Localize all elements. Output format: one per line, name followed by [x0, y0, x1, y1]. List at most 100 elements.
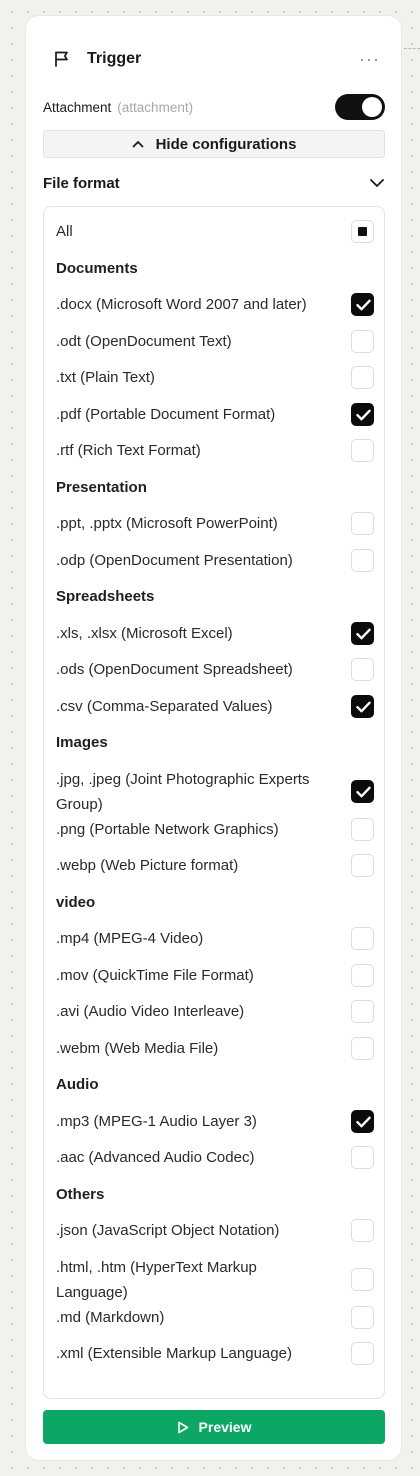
checkbox[interactable]	[351, 1342, 374, 1365]
checkbox[interactable]	[351, 329, 374, 353]
option-label: .odp (OpenDocument Presentation)	[56, 551, 293, 569]
checkbox[interactable]	[351, 1268, 374, 1291]
group-heading-documents: Documents	[56, 256, 374, 281]
checkbox[interactable]	[351, 1146, 374, 1169]
hide-configurations-label: Hide configurations	[155, 135, 297, 153]
checkbox[interactable]	[351, 621, 374, 645]
option-row-odp-opendocument-presentation[interactable]: .odp (OpenDocument Presentation)	[56, 548, 374, 573]
group-heading-label: Presentation	[56, 478, 147, 496]
option-label: .html, .htm (HyperText Markup Language)	[56, 1255, 257, 1305]
option-label: .txt (Plain Text)	[56, 369, 155, 386]
option-row-md-markdown[interactable]: .md (Markdown)	[56, 1305, 374, 1330]
checkbox[interactable]	[351, 402, 374, 426]
checkbox[interactable]	[351, 1219, 374, 1242]
checkbox[interactable]	[351, 780, 374, 803]
checkbox[interactable]	[351, 439, 374, 462]
trigger-node-panel: Trigger ··· Attachment (attachment) Hide…	[25, 15, 402, 1461]
checkbox[interactable]	[351, 1036, 374, 1060]
checkbox[interactable]	[351, 548, 374, 572]
option-label: .ppt, .pptx (Microsoft PowerPoint)	[56, 515, 278, 532]
option-row-csv-comma-separated-values[interactable]: .csv (Comma-Separated Values)	[56, 694, 374, 719]
option-label: .xml (Extensible Markup Language)	[56, 1345, 292, 1362]
file-format-dropdown[interactable]: File format	[43, 171, 385, 195]
option-label: .avi (Audio Video Interleave)	[56, 1003, 245, 1020]
option-row-png-portable-network-graphics[interactable]: .png (Portable Network Graphics)	[56, 817, 374, 842]
option-label: .webm (Web Media File)	[56, 1039, 219, 1057]
group-heading-audio: Audio	[56, 1072, 374, 1097]
option-row-odt-opendocument-text[interactable]: .odt (OpenDocument Text)	[56, 329, 374, 354]
option-row-ppt-pptx-microsoft-powerpoint[interactable]: .ppt, .pptx (Microsoft PowerPoint)	[56, 511, 374, 536]
checkbox[interactable]	[351, 854, 374, 877]
attachment-label: Attachment	[43, 99, 112, 115]
option-row-avi-audio-video-interleave[interactable]: .avi (Audio Video Interleave)	[56, 999, 374, 1024]
option-label: .pdf (Portable Document Format)	[56, 405, 276, 423]
chevron-up-icon	[132, 140, 144, 148]
checkbox[interactable]	[351, 1000, 374, 1023]
group-heading-video: video	[56, 890, 374, 915]
group-heading-spreadsheets: Spreadsheets	[56, 584, 374, 609]
panel-header: Trigger ···	[52, 46, 382, 72]
group-heading-label: Images	[56, 734, 108, 751]
group-heading-label: Documents	[56, 259, 138, 277]
checkbox[interactable]	[351, 817, 374, 841]
check-icon	[356, 786, 371, 798]
option-row-docx-microsoft-word-2007-and-later[interactable]: .docx (Microsoft Word 2007 and later)	[56, 292, 374, 317]
checkbox[interactable]	[351, 1305, 374, 1329]
file-format-options-list: All Documents .docx (Microsoft Word 2007 a…	[43, 206, 385, 1399]
toggle-knob	[362, 97, 382, 117]
option-label: .rtf (Rich Text Format)	[56, 442, 201, 459]
option-label: .mov (QuickTime File Format)	[56, 966, 254, 984]
file-format-label: File format	[43, 174, 120, 192]
option-row-html-htm-hypertext-markup-language[interactable]: .html, .htm (HyperText Markup Language)	[56, 1255, 374, 1305]
checkbox[interactable]	[351, 927, 374, 950]
option-label-line: .html, .htm (HyperText Markup	[56, 1258, 257, 1276]
option-label: .ods (OpenDocument Spreadsheet)	[56, 661, 293, 678]
option-row-rtf-rich-text-format[interactable]: .rtf (Rich Text Format)	[56, 438, 374, 463]
attachment-row: Attachment (attachment)	[43, 94, 385, 120]
option-label: .mp3 (MPEG-1 Audio Layer 3)	[56, 1112, 257, 1130]
option-label: .jpg, .jpeg (Joint Photographic Experts G…	[56, 767, 309, 817]
option-row-xml-extensible-markup-language[interactable]: .xml (Extensible Markup Language)	[56, 1341, 374, 1366]
option-row-ods-opendocument-spreadsheet[interactable]: .ods (OpenDocument Spreadsheet)	[56, 657, 374, 682]
option-label: .odt (OpenDocument Text)	[56, 332, 232, 350]
preview-button[interactable]: Preview	[43, 1410, 385, 1444]
preview-label: Preview	[198, 1419, 252, 1435]
checkbox[interactable]	[351, 1109, 374, 1133]
option-row-aac-advanced-audio-codec[interactable]: .aac (Advanced Audio Codec)	[56, 1145, 374, 1170]
chevron-down-icon	[369, 178, 385, 188]
option-row-json-javascript-object-notation[interactable]: .json (JavaScript Object Notation)	[56, 1218, 374, 1243]
option-label: .mp4 (MPEG-4 Video)	[56, 930, 204, 947]
more-horizontal-icon[interactable]: ···	[359, 49, 380, 70]
checkbox[interactable]	[351, 963, 374, 987]
option-row-webm-web-media-file[interactable]: .webm (Web Media File)	[56, 1036, 374, 1061]
option-row-mp4-mpeg-4-video[interactable]: .mp4 (MPEG-4 Video)	[56, 926, 374, 951]
group-heading-label: Spreadsheets	[56, 588, 155, 605]
checkbox[interactable]	[351, 694, 374, 718]
option-row-xls-xlsx-microsoft-excel[interactable]: .xls, .xlsx (Microsoft Excel)	[56, 621, 374, 646]
option-row-mov-quicktime-file-format[interactable]: .mov (QuickTime File Format)	[56, 963, 374, 988]
option-row-webp-web-picture-format[interactable]: .webp (Web Picture format)	[56, 853, 374, 878]
group-heading-label: Audio	[56, 1076, 99, 1093]
option-row-all[interactable]: All	[56, 219, 374, 244]
check-icon	[356, 409, 371, 420]
select-all-checkbox[interactable]	[351, 220, 374, 243]
checkbox[interactable]	[351, 293, 374, 316]
panel-title: Trigger	[87, 50, 142, 67]
checkbox[interactable]	[351, 366, 374, 389]
attachment-toggle[interactable]	[335, 94, 385, 120]
group-heading-presentation: Presentation	[56, 475, 374, 500]
hide-configurations-button[interactable]: Hide configurations	[43, 130, 385, 158]
option-row-pdf-portable-document-format[interactable]: .pdf (Portable Document Format)	[56, 402, 374, 427]
flag-icon	[52, 49, 72, 69]
checkbox[interactable]	[351, 658, 374, 681]
attachment-type-tag: (attachment)	[117, 99, 194, 115]
option-label: .csv (Comma-Separated Values)	[56, 697, 273, 715]
checkbox[interactable]	[351, 512, 374, 535]
option-row-mp3-mpeg-1-audio-layer-3[interactable]: .mp3 (MPEG-1 Audio Layer 3)	[56, 1109, 374, 1134]
check-icon	[356, 1116, 371, 1127]
option-row-jpg-jpeg-joint-photographic-experts-group[interactable]: .jpg, .jpeg (Joint Photographic Experts G…	[56, 767, 374, 817]
group-heading-images: Images	[56, 730, 374, 755]
play-icon	[177, 1421, 189, 1434]
option-row-txt-plain-text[interactable]: .txt (Plain Text)	[56, 365, 374, 390]
group-heading-label: video	[56, 893, 96, 911]
